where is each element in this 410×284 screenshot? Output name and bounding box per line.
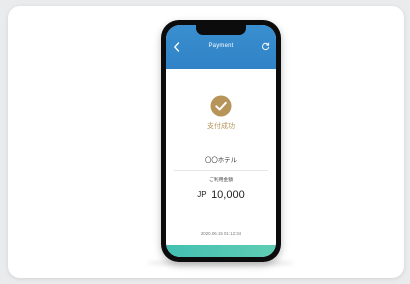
payment-status-label: 支付成功 [207, 122, 235, 130]
transaction-timestamp: 2020.06.15 01:12:34 [200, 231, 242, 236]
refresh-icon[interactable] [261, 42, 270, 51]
header-title: Payment [208, 43, 234, 49]
phone-screen: Payment 支付成功 〇〇ホテル ご利用金額 JP 10,000 2020.… [166, 25, 276, 257]
phone-notch [196, 25, 246, 35]
preview-card: Payment 支付成功 〇〇ホテル ご利用金額 JP 10,000 2020.… [8, 6, 404, 278]
app-header: Payment [166, 25, 276, 69]
amount-caption: ご利用金額 [209, 178, 233, 183]
app-footer-bar [166, 245, 276, 257]
merchant-name: 〇〇ホテル [205, 156, 237, 164]
amount-value: 10,000 [211, 189, 245, 201]
payment-amount: JP 10,000 [166, 185, 276, 203]
divider [174, 170, 268, 171]
check-circle-icon [210, 95, 232, 117]
amount-currency: JP [197, 190, 207, 199]
phone-mockup: Payment 支付成功 〇〇ホテル ご利用金額 JP 10,000 2020.… [161, 20, 281, 262]
